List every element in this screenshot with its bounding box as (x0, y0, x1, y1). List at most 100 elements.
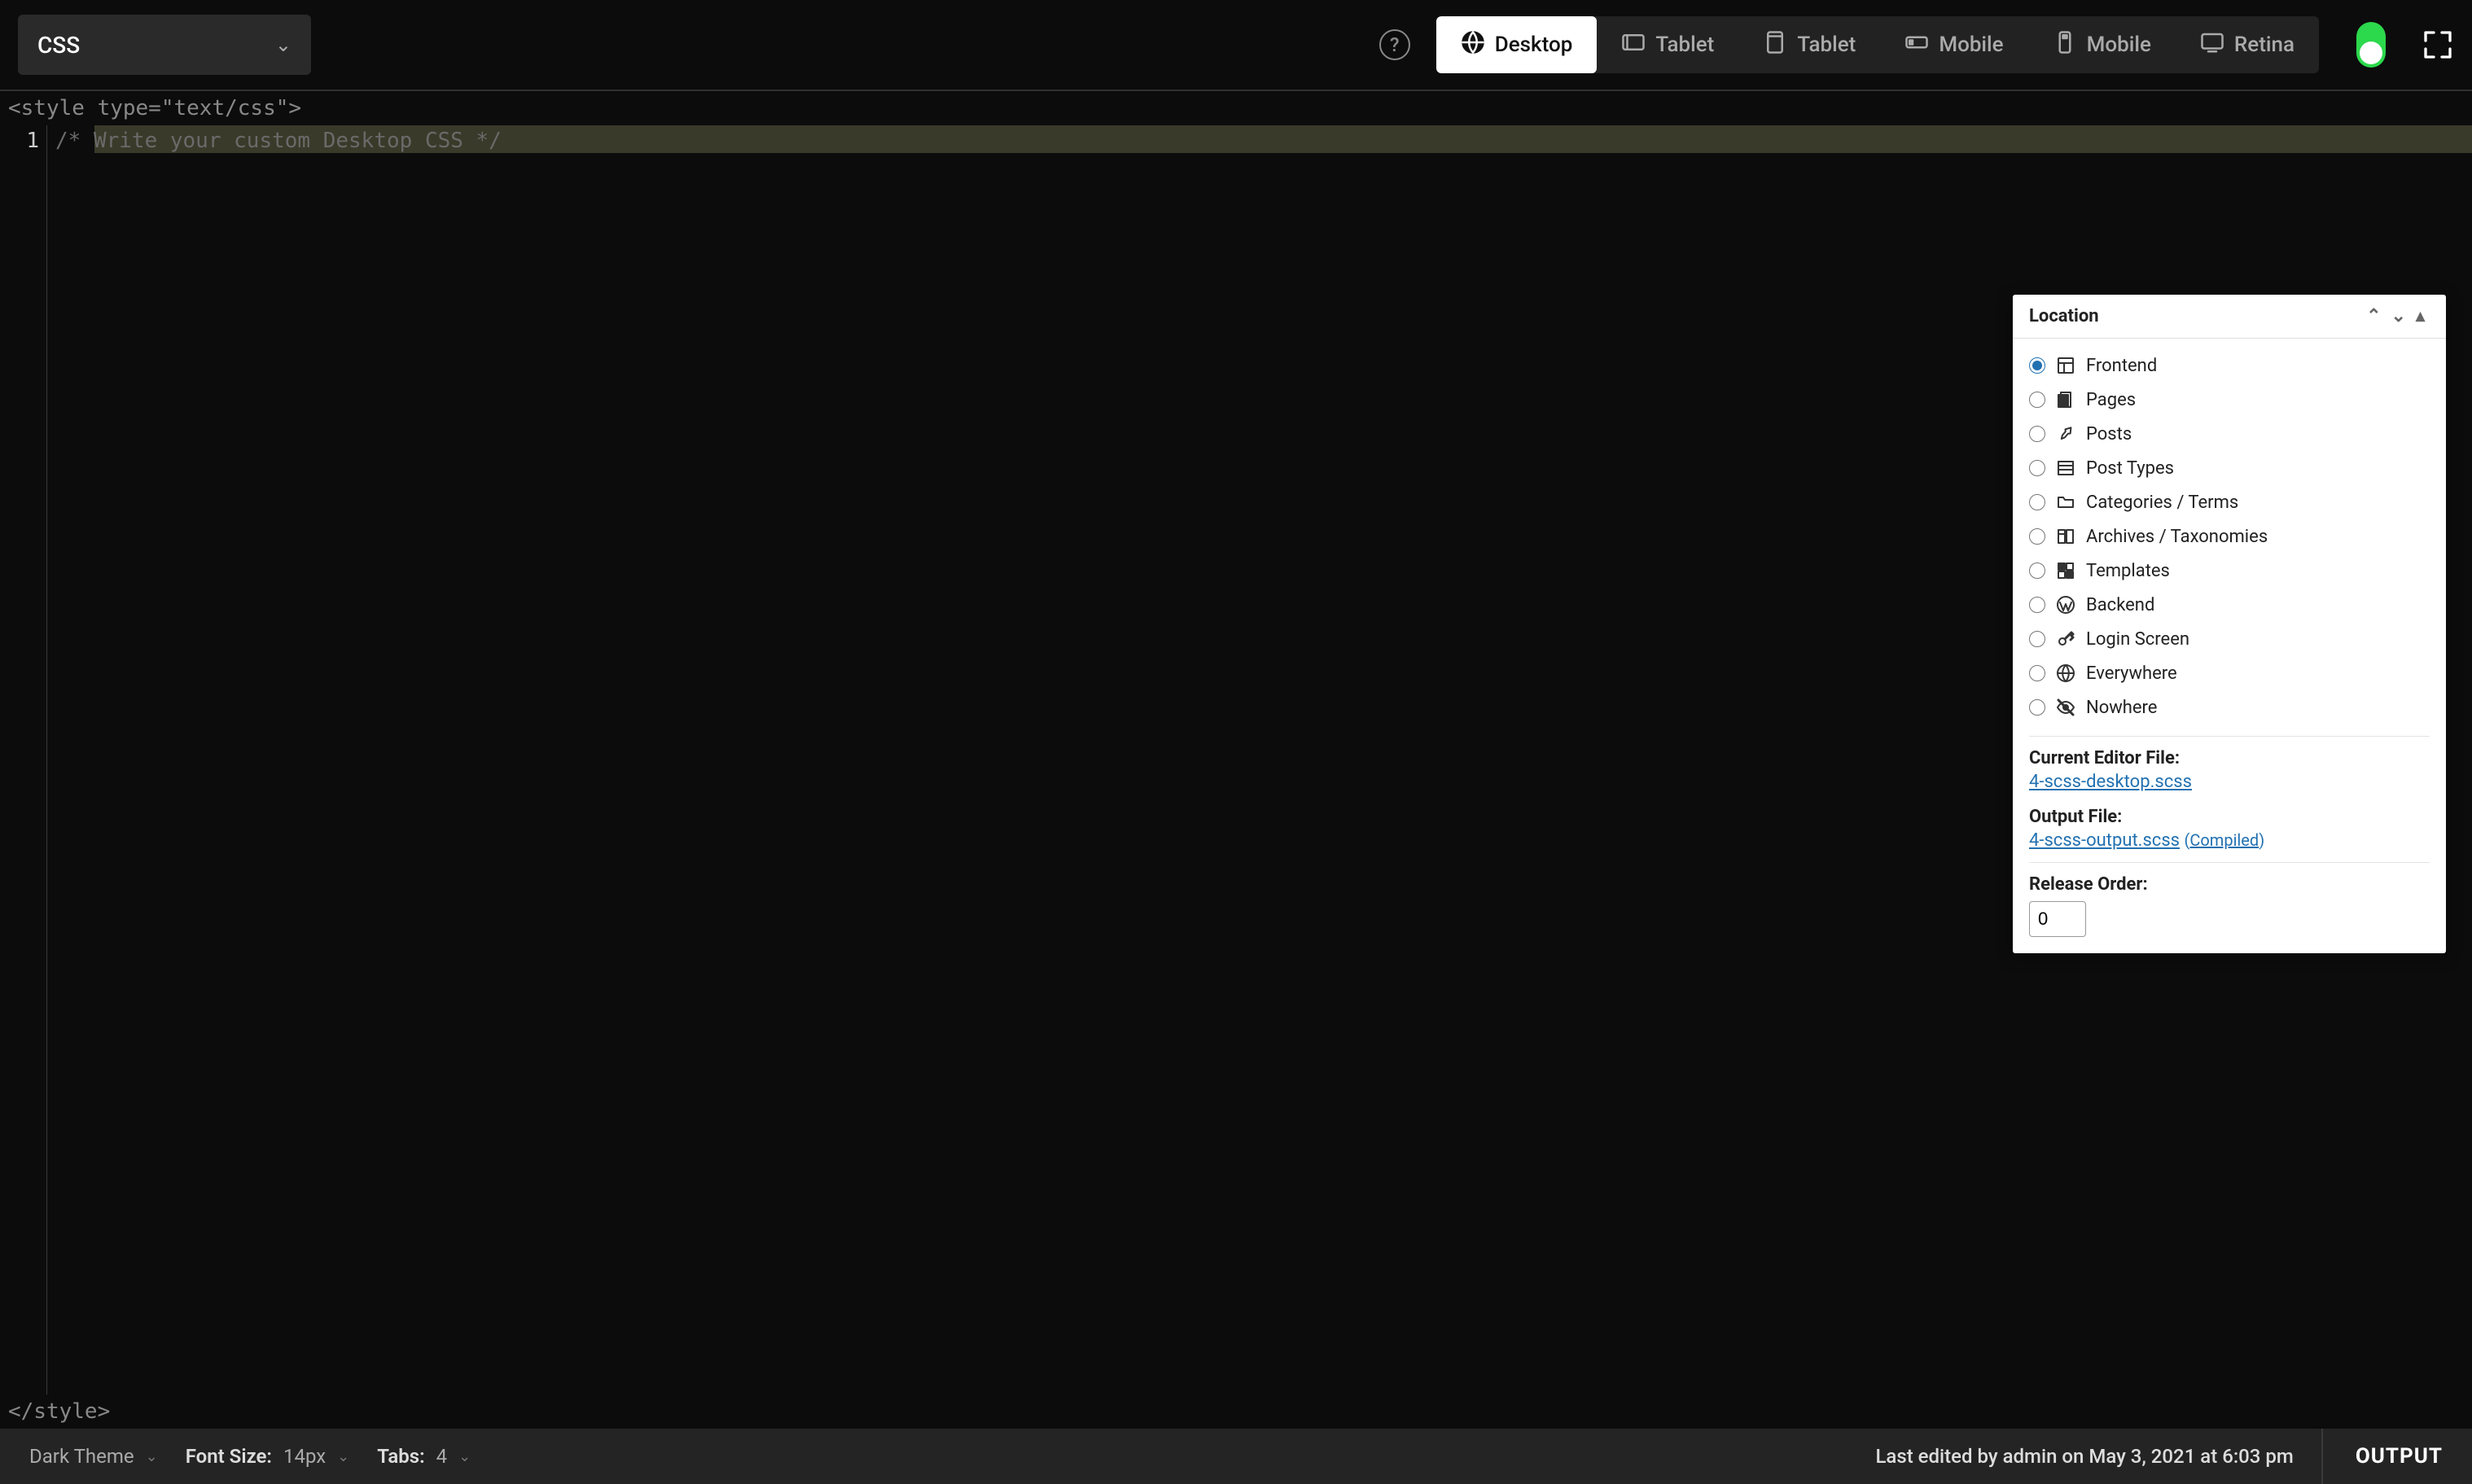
help-icon[interactable]: ? (1379, 29, 1410, 60)
globe-icon (1461, 30, 1485, 60)
location-option-categories[interactable]: Categories / Terms (2029, 485, 2430, 519)
release-order-input[interactable] (2029, 901, 2086, 937)
eye-slash-icon (2055, 697, 2076, 718)
location-option-post-types[interactable]: Post Types (2029, 451, 2430, 485)
radio-login[interactable] (2029, 631, 2045, 647)
location-option-backend[interactable]: Backend (2029, 588, 2430, 622)
compiled-link[interactable]: Compiled (2189, 830, 2259, 850)
tab-label: Tablet (1655, 33, 1714, 57)
location-panel: Location ⌃ ⌄ ▴ Frontend Pages (2013, 295, 2446, 953)
last-edited-text: Last edited by admin on May 3, 2021 at 6… (1875, 1445, 2293, 1468)
tab-mobile-portrait[interactable]: Mobile (2028, 16, 2176, 73)
option-label: Archives / Taxonomies (2086, 527, 2268, 547)
chevron-down-icon: ⌄ (458, 1448, 471, 1465)
tablet-landscape-icon (1621, 30, 1646, 60)
tablet-portrait-icon (1763, 30, 1787, 60)
archives-icon (2055, 526, 2076, 547)
location-option-frontend[interactable]: Frontend (2029, 348, 2430, 383)
panel-collapse-icon[interactable]: ▴ (2411, 306, 2430, 326)
tabs-selector[interactable]: Tabs: 4 ⌄ (377, 1445, 471, 1468)
tab-desktop[interactable]: Desktop (1436, 16, 1598, 73)
tab-mobile-landscape[interactable]: Mobile (1880, 16, 2027, 73)
chevron-down-icon: ⌄ (146, 1448, 158, 1465)
release-order-label: Release Order: (2029, 874, 2430, 895)
location-option-everywhere[interactable]: Everywhere (2029, 656, 2430, 690)
radio-archives[interactable] (2029, 528, 2045, 545)
option-label: Nowhere (2086, 698, 2157, 718)
theme-selector[interactable]: Dark Theme ⌄ (29, 1445, 158, 1468)
code-editor: <style type="text/css"> 1 /* Write your … (0, 91, 2472, 1429)
tab-label: Desktop (1495, 33, 1573, 57)
option-label: Frontend (2086, 356, 2157, 376)
location-option-nowhere[interactable]: Nowhere (2029, 690, 2430, 724)
line-gutter: 1 (0, 125, 47, 1394)
radio-posts[interactable] (2029, 426, 2045, 442)
key-icon (2055, 628, 2076, 650)
chevron-down-icon: ⌄ (337, 1448, 349, 1465)
location-option-archives[interactable]: Archives / Taxonomies (2029, 519, 2430, 554)
location-option-posts[interactable]: Posts (2029, 417, 2430, 451)
location-option-pages[interactable]: Pages (2029, 383, 2430, 417)
compiled-note-wrap: (Compiled) (2185, 830, 2265, 850)
panel-move-up-icon[interactable]: ⌃ (2361, 306, 2386, 326)
output-file-label: Output File: (2029, 807, 2430, 827)
radio-nowhere[interactable] (2029, 699, 2045, 716)
output-file-link[interactable]: 4-scss-output.scss (2029, 830, 2180, 851)
tab-retina[interactable]: Retina (2176, 16, 2319, 73)
output-button[interactable]: OUTPUT (2321, 1429, 2443, 1484)
location-panel-header: Location ⌃ ⌄ ▴ (2013, 295, 2446, 339)
current-file-label: Current Editor File: (2029, 748, 2430, 768)
frontend-icon (2055, 355, 2076, 376)
tabs-label: Tabs: (377, 1445, 424, 1468)
tab-label: Retina (2234, 33, 2294, 57)
option-label: Categories / Terms (2086, 492, 2238, 513)
globe-grid-icon (2055, 663, 2076, 684)
post-types-icon (2055, 457, 2076, 479)
option-label: Post Types (2086, 458, 2174, 479)
tab-label: Tablet (1797, 33, 1856, 57)
language-dropdown-label: CSS (37, 32, 80, 59)
radio-backend[interactable] (2029, 597, 2045, 613)
panel-move-down-icon[interactable]: ⌄ (2387, 306, 2411, 326)
radio-pages[interactable] (2029, 392, 2045, 408)
folder-icon (2055, 492, 2076, 513)
top-toolbar: CSS ⌄ ? Desktop Tablet Tablet (0, 0, 2472, 90)
style-open-tag: <style type="text/css"> (0, 91, 2472, 125)
option-label: Templates (2086, 561, 2170, 581)
current-file-link[interactable]: 4-scss-desktop.scss (2029, 772, 2192, 792)
wordpress-icon (2055, 594, 2076, 615)
enable-toggle[interactable] (2356, 22, 2386, 68)
mobile-landscape-icon (1904, 30, 1929, 60)
retina-icon (2200, 30, 2224, 60)
radio-everywhere[interactable] (2029, 665, 2045, 681)
templates-icon (2055, 560, 2076, 581)
mobile-portrait-icon (2053, 30, 2077, 60)
tab-tablet-landscape[interactable]: Tablet (1597, 16, 1738, 73)
chevron-down-icon: ⌄ (275, 33, 291, 56)
location-option-templates[interactable]: Templates (2029, 554, 2430, 588)
option-label: Everywhere (2086, 663, 2177, 684)
location-panel-title: Location (2029, 306, 2361, 326)
location-option-login[interactable]: Login Screen (2029, 622, 2430, 656)
status-bar: Dark Theme ⌄ Font Size: 14px ⌄ Tabs: 4 ⌄… (0, 1429, 2472, 1484)
tab-tablet-portrait[interactable]: Tablet (1738, 16, 1880, 73)
language-dropdown[interactable]: CSS ⌄ (18, 15, 311, 75)
device-tabs: Desktop Tablet Tablet Mobile (1436, 16, 2319, 73)
radio-categories[interactable] (2029, 494, 2045, 510)
radio-post-types[interactable] (2029, 460, 2045, 476)
pin-icon (2055, 423, 2076, 444)
font-size-selector[interactable]: Font Size: 14px ⌄ (186, 1445, 350, 1468)
theme-label: Dark Theme (29, 1445, 134, 1468)
font-size-label: Font Size: (186, 1445, 272, 1468)
option-label: Backend (2086, 595, 2154, 615)
radio-frontend[interactable] (2029, 357, 2045, 374)
option-label: Login Screen (2086, 629, 2189, 650)
tab-label: Mobile (2087, 33, 2151, 57)
pages-icon (2055, 389, 2076, 410)
output-button-label: OUTPUT (2356, 1444, 2443, 1469)
radio-templates[interactable] (2029, 563, 2045, 579)
fullscreen-icon[interactable] (2422, 28, 2454, 61)
option-label: Posts (2086, 424, 2132, 444)
tabs-value: 4 (436, 1445, 448, 1468)
tab-label: Mobile (1939, 33, 2003, 57)
